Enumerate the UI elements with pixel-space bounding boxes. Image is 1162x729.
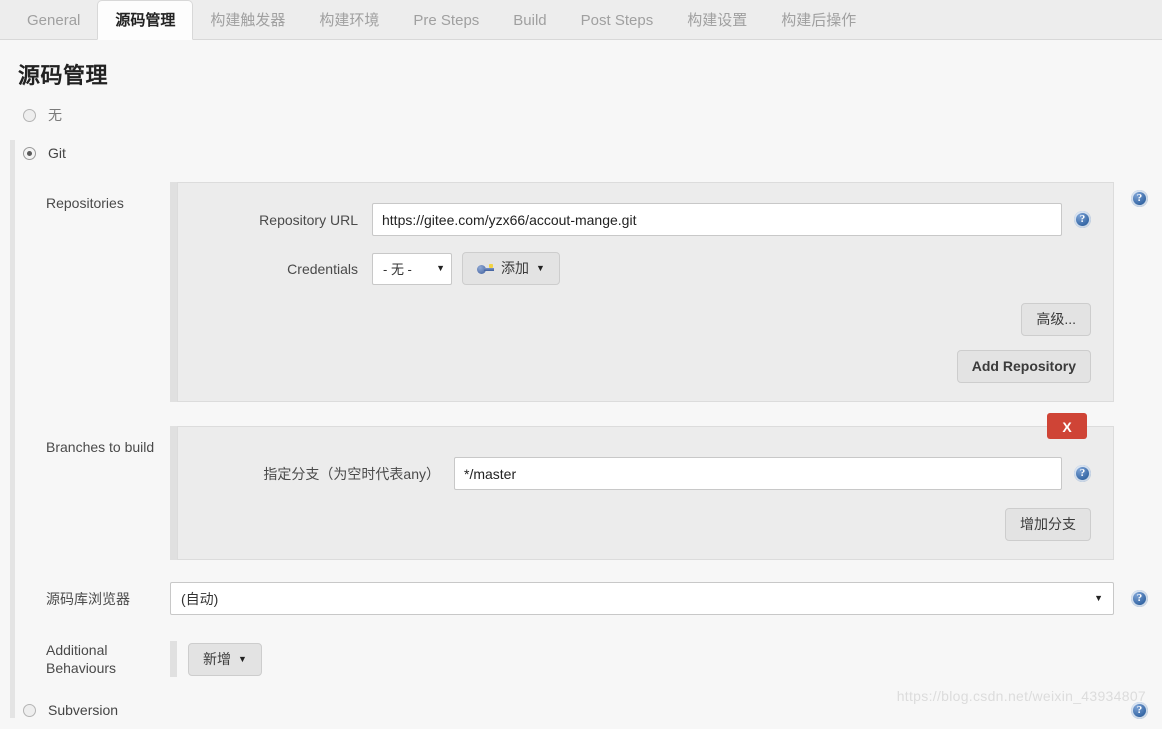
repositories-panel: Repository URL ? Credentials - 无 - ▼ 添加 … bbox=[177, 182, 1114, 402]
branch-specifier-label: 指定分支（为空时代表any） bbox=[263, 465, 440, 482]
add-repository-button[interactable]: Add Repository bbox=[956, 350, 1091, 383]
add-branch-button[interactable]: 增加分支 bbox=[1005, 508, 1091, 541]
repo-browser-select[interactable]: (自动) ▼ bbox=[170, 582, 1114, 615]
scm-option-subversion-row[interactable]: Subversion ? bbox=[0, 691, 1162, 729]
tab-build[interactable]: Build bbox=[496, 1, 563, 40]
add-behaviour-button[interactable]: 新增 ▼ bbox=[188, 642, 262, 676]
repository-url-row: Repository URL ? bbox=[200, 203, 1091, 236]
scm-config-page: 源码管理 无 Git Repositories Repository URL ?… bbox=[0, 40, 1162, 719]
repo-browser-row: 源码库浏览器 (自动) ▼ ? bbox=[0, 582, 1162, 615]
scm-option-subversion-label: Subversion bbox=[48, 702, 119, 718]
branches-panel: X 指定分支（为空时代表any） ? 增加分支 bbox=[177, 413, 1114, 560]
additional-behaviours-row: Additional Behaviours 新增 ▼ bbox=[0, 641, 1162, 677]
repository-url-help-icon[interactable]: ? bbox=[1074, 211, 1091, 228]
advanced-button[interactable]: 高级... bbox=[1021, 303, 1091, 336]
tab-build-triggers[interactable]: 构建触发器 bbox=[193, 1, 302, 40]
branches-row: Branches to build X 指定分支（为空时代表any） ? 增加分… bbox=[0, 413, 1162, 560]
branch-specifier-input[interactable] bbox=[454, 457, 1062, 490]
repository-url-input[interactable] bbox=[372, 203, 1062, 236]
tab-post-steps[interactable]: Post Steps bbox=[564, 1, 671, 40]
repo-browser-help-icon[interactable]: ? bbox=[1131, 590, 1148, 607]
credentials-label: Credentials bbox=[287, 260, 358, 277]
tab-pre-steps[interactable]: Pre Steps bbox=[396, 1, 496, 40]
additional-behaviours-divider bbox=[170, 641, 177, 677]
key-icon bbox=[477, 263, 494, 274]
advanced-button-wrap: 高级... bbox=[200, 303, 1091, 336]
tab-build-environment[interactable]: 构建环境 bbox=[302, 1, 396, 40]
scm-option-git-row[interactable]: Git bbox=[0, 134, 1162, 172]
tab-source-code-management[interactable]: 源码管理 bbox=[97, 0, 194, 40]
tab-post-build-actions[interactable]: 构建后操作 bbox=[764, 1, 873, 40]
repositories-divider bbox=[170, 182, 177, 402]
tab-bar: General 源码管理 构建触发器 构建环境 Pre Steps Build … bbox=[0, 0, 1162, 40]
chevron-down-icon: ▼ bbox=[1094, 593, 1103, 603]
branch-specifier-row: 指定分支（为空时代表any） ? bbox=[200, 457, 1091, 490]
page-title: 源码管理 bbox=[18, 63, 109, 88]
scm-option-none-label: 无 bbox=[48, 107, 62, 123]
repo-browser-label: 源码库浏览器 bbox=[46, 590, 130, 607]
tab-general[interactable]: General bbox=[10, 1, 97, 40]
credentials-row: Credentials - 无 - ▼ 添加 ▼ bbox=[200, 252, 1091, 285]
scm-radio-git[interactable] bbox=[23, 146, 36, 160]
chevron-down-icon: ▼ bbox=[536, 263, 545, 273]
add-branch-button-wrap: 增加分支 bbox=[200, 508, 1091, 541]
tab-build-settings[interactable]: 构建设置 bbox=[670, 1, 764, 40]
repo-browser-selected-value: (自动) bbox=[181, 590, 219, 607]
subversion-help-icon[interactable]: ? bbox=[1131, 701, 1148, 719]
add-repository-button-wrap: Add Repository bbox=[200, 350, 1091, 383]
repository-url-label: Repository URL bbox=[259, 211, 358, 228]
chevron-down-icon: ▼ bbox=[238, 653, 247, 664]
branch-specifier-help-icon[interactable]: ? bbox=[1074, 465, 1091, 482]
repositories-label: Repositories bbox=[46, 195, 124, 211]
credentials-selected-value: - 无 - bbox=[383, 262, 412, 277]
repositories-row: Repositories Repository URL ? Credential… bbox=[0, 182, 1162, 402]
add-credentials-button[interactable]: 添加 ▼ bbox=[462, 252, 560, 285]
additional-behaviours-label: Additional Behaviours bbox=[46, 642, 117, 676]
scm-radio-none[interactable] bbox=[23, 108, 36, 122]
branches-label: Branches to build bbox=[46, 439, 155, 455]
chevron-down-icon: ▼ bbox=[436, 263, 445, 273]
scm-radio-subversion[interactable] bbox=[23, 703, 36, 717]
add-credentials-label: 添加 bbox=[501, 260, 529, 276]
scm-option-none-row[interactable]: 无 bbox=[0, 96, 1162, 134]
credentials-select[interactable]: - 无 - ▼ bbox=[372, 252, 452, 285]
repositories-help-icon[interactable]: ? bbox=[1131, 190, 1148, 207]
scm-option-git-label: Git bbox=[48, 145, 66, 161]
delete-branch-button[interactable]: X bbox=[1047, 413, 1087, 439]
branches-divider bbox=[170, 426, 177, 560]
add-behaviour-label: 新增 bbox=[203, 650, 231, 667]
